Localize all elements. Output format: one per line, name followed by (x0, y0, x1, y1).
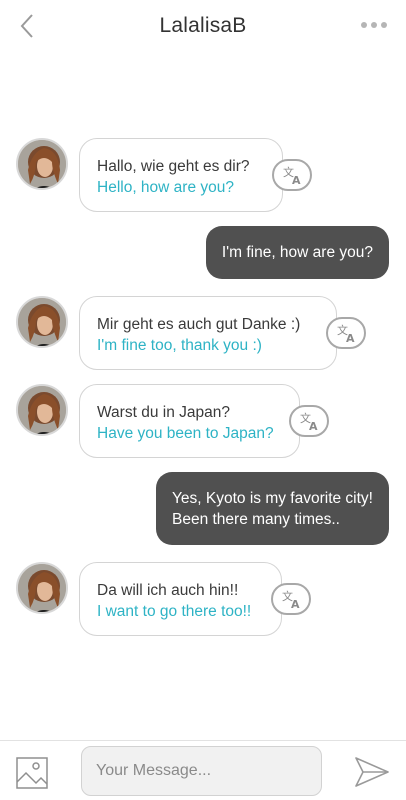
translate-button[interactable]: 文 A (272, 159, 312, 191)
message-composer (0, 740, 406, 800)
outgoing-message-bubble[interactable]: Yes, Kyoto is my favorite city! Been the… (155, 472, 389, 545)
translate-icon: 文 A (282, 589, 300, 611)
svg-text:A: A (309, 420, 318, 433)
translate-icon: 文 A (283, 165, 301, 187)
incoming-message-bubble[interactable]: Hallo, wie geht es dir? Hello, how are y… (79, 138, 283, 212)
message-input[interactable] (81, 746, 322, 796)
message-translation-text: I want to go there too!! (97, 603, 252, 620)
avatar[interactable] (16, 296, 68, 348)
more-dots-icon (361, 22, 387, 28)
message-original-text: Mir geht es auch gut Danke :) (97, 316, 301, 333)
avatar[interactable] (16, 384, 68, 436)
message-text-line: Been there many times.. (171, 511, 340, 528)
translate-button[interactable]: 文 A (289, 405, 329, 437)
svg-text:A: A (291, 598, 300, 611)
message-translation-text: Hello, how are you? (97, 179, 234, 196)
message-original-text: Da will ich auch hin!! (97, 582, 239, 599)
translate-button[interactable]: 文 A (326, 317, 366, 349)
message-original-text: Hallo, wie geht es dir? (97, 158, 250, 175)
translate-icon: 文 A (337, 323, 355, 345)
send-icon (355, 757, 389, 787)
image-icon (16, 757, 48, 789)
avatar[interactable] (16, 138, 68, 190)
send-button[interactable] (354, 755, 390, 789)
message-translation-text: Have you been to Japan? (97, 425, 274, 442)
incoming-message-bubble[interactable]: Da will ich auch hin!! I want to go ther… (79, 562, 282, 636)
svg-text:A: A (292, 174, 301, 187)
message-text: I'm fine, how are you? (221, 244, 373, 261)
avatar[interactable] (16, 562, 68, 614)
message-text-line: Yes, Kyoto is my favorite city! (171, 490, 373, 507)
svg-text:A: A (346, 332, 355, 345)
attach-image-button[interactable] (16, 757, 48, 789)
more-options-button[interactable] (360, 16, 388, 34)
incoming-message-bubble[interactable]: Mir geht es auch gut Danke :) I'm fine t… (79, 296, 337, 370)
message-translation-text: I'm fine too, thank you :) (97, 337, 262, 354)
message-original-text: Warst du in Japan? (97, 404, 230, 421)
translate-button[interactable]: 文 A (271, 583, 311, 615)
incoming-message-bubble[interactable]: Warst du in Japan? Have you been to Japa… (79, 384, 300, 458)
outgoing-message-bubble[interactable]: I'm fine, how are you? (205, 226, 389, 279)
chat-title: LalalisaB (159, 14, 247, 37)
translate-icon: 文 A (300, 411, 318, 433)
chat-header: LalalisaB (0, 0, 406, 54)
